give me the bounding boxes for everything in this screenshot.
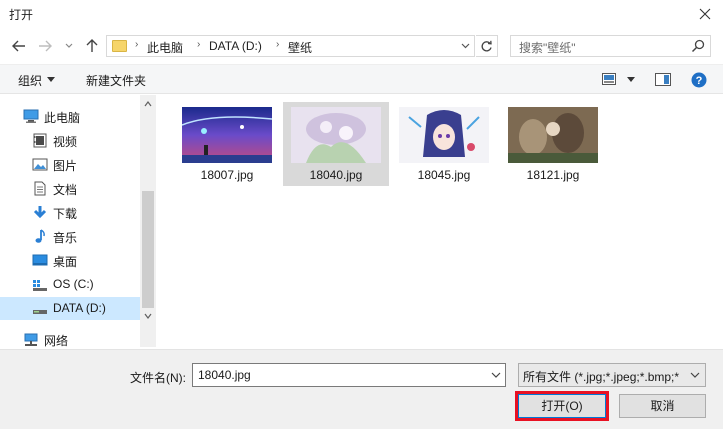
file-tile-18040[interactable]: 18040.jpg: [283, 102, 389, 186]
sidebar-item-label: 此电脑: [44, 111, 81, 125]
sidebar-item-label: 音乐: [53, 231, 78, 245]
sidebar-item-label: 下载: [53, 207, 78, 221]
refresh-button[interactable]: [476, 35, 498, 57]
search-box[interactable]: 搜索"壁纸": [510, 35, 711, 57]
view-options-button[interactable]: [602, 73, 616, 85]
image-thumbnail: [508, 107, 598, 163]
file-name: 18045.jpg: [417, 168, 471, 182]
sidebar-item-label: 文档: [53, 183, 78, 197]
sidebar-item-videos[interactable]: 视频: [0, 129, 140, 152]
address-dropdown-button[interactable]: [455, 35, 475, 57]
scroll-down-arrow-icon[interactable]: [144, 312, 152, 320]
preview-pane-button[interactable]: [655, 73, 671, 86]
sidebar-item-label: DATA (D:): [53, 301, 106, 315]
arrow-up-icon: [86, 39, 98, 52]
sidebar-item-data-d[interactable]: DATA (D:): [0, 297, 140, 320]
sidebar-scrollbar[interactable]: [140, 95, 156, 347]
address-bar[interactable]: › 此电脑 › DATA (D:) › 壁纸: [106, 35, 475, 57]
help-button[interactable]: ?: [691, 72, 707, 88]
sidebar-item-documents[interactable]: 文档: [0, 177, 140, 200]
sidebar-item-label: 视频: [53, 135, 78, 149]
cancel-button[interactable]: 取消: [619, 394, 706, 418]
window-title: 打开: [9, 8, 34, 22]
desktop-icon: [32, 254, 48, 266]
sidebar-item-label: 图片: [53, 159, 78, 173]
dialog-footer: 文件名(N): 18040.jpg 所有文件 (*.jpg;*.jpeg;*.b…: [0, 349, 723, 429]
breadcrumb-this-pc[interactable]: 此电脑: [147, 39, 183, 56]
sidebar-item-os-c[interactable]: OS (C:): [0, 273, 140, 296]
command-toolbar: 组织 新建文件夹 ?: [0, 64, 723, 94]
breadcrumb-wallpaper[interactable]: 壁纸: [288, 39, 312, 56]
organize-button[interactable]: 组织: [18, 72, 42, 89]
search-input[interactable]: 搜索"壁纸": [519, 39, 576, 56]
file-name: 18007.jpg: [200, 168, 254, 182]
open-button[interactable]: 打开(O): [515, 391, 609, 421]
sidebar-item-desktop[interactable]: 桌面: [0, 249, 140, 272]
network-icon: [24, 333, 38, 346]
new-folder-button[interactable]: 新建文件夹: [86, 72, 146, 89]
filename-field[interactable]: 18040.jpg: [192, 363, 506, 387]
breadcrumb-separator-icon: ›: [197, 39, 201, 50]
sidebar-item-network[interactable]: 网络: [0, 328, 140, 351]
scrollbar-thumb[interactable]: [142, 191, 154, 308]
file-tile-18045[interactable]: 18045.jpg: [391, 102, 497, 186]
file-name: 18040.jpg: [309, 168, 363, 182]
title-bar: 打开: [0, 0, 723, 28]
drive-d-icon: [33, 310, 47, 314]
folder-icon: [112, 40, 127, 52]
sidebar-item-label: 网络: [44, 334, 69, 348]
sidebar-item-music[interactable]: 音乐: [0, 225, 140, 248]
file-name: 18121.jpg: [526, 168, 580, 182]
search-icon: [691, 39, 705, 53]
arrow-right-icon: [39, 40, 52, 52]
image-thumbnail: [291, 107, 381, 163]
breadcrumb-separator-icon: ›: [135, 39, 139, 50]
up-button[interactable]: [82, 36, 102, 56]
computer-icon: [23, 109, 39, 123]
filename-input[interactable]: 18040.jpg: [198, 368, 251, 382]
caret-down-icon: [47, 77, 55, 82]
scroll-up-arrow-icon[interactable]: [144, 100, 152, 108]
forward-button[interactable]: [35, 36, 55, 56]
chevron-down-icon[interactable]: [489, 367, 503, 383]
open-file-dialog: 打开 › 此电脑 › DATA (D:) › 壁纸 搜索"壁纸" 组织 新建文件…: [0, 0, 723, 429]
chevron-down-icon: [461, 43, 469, 49]
sidebar-item-pictures[interactable]: 图片: [0, 153, 140, 176]
sidebar-item-this-pc[interactable]: 此电脑: [0, 105, 140, 128]
file-type-select[interactable]: 所有文件 (*.jpg;*.jpeg;*.bmp;*: [518, 363, 706, 387]
preview-pane-icon: [655, 73, 671, 86]
refresh-icon: [481, 40, 492, 51]
video-icon: [33, 133, 47, 148]
file-list: 18007.jpg 18040.jpg 18045.jpg 18121.jpg: [156, 95, 723, 347]
back-button[interactable]: [9, 36, 29, 56]
documents-icon: [34, 181, 46, 196]
file-type-value: 所有文件 (*.jpg;*.jpeg;*.bmp;*: [523, 370, 680, 384]
sidebar-item-downloads[interactable]: 下载: [0, 201, 140, 224]
filename-label: 文件名(N):: [130, 371, 186, 385]
chevron-down-icon: [65, 43, 73, 48]
recent-locations-button[interactable]: [62, 36, 76, 56]
caret-down-icon: [627, 77, 635, 82]
close-icon: [699, 8, 711, 20]
file-tile-18007[interactable]: 18007.jpg: [174, 102, 280, 186]
help-icon: ?: [691, 72, 707, 88]
navigation-bar: › 此电脑 › DATA (D:) › 壁纸 搜索"壁纸": [0, 30, 723, 62]
arrow-left-icon: [12, 40, 25, 52]
sidebar-item-label: OS (C:): [53, 277, 94, 291]
close-button[interactable]: [687, 0, 723, 28]
download-icon: [33, 206, 47, 219]
sidebar-item-label: 桌面: [53, 255, 78, 269]
view-thumbnails-icon: [602, 73, 616, 85]
breadcrumb-data-drive[interactable]: DATA (D:): [209, 39, 262, 53]
chevron-down-icon: [690, 372, 700, 378]
svg-text:?: ?: [696, 75, 703, 87]
pictures-icon: [32, 158, 48, 171]
drive-c-icon: [33, 280, 47, 291]
image-thumbnail: [182, 107, 272, 163]
music-icon: [35, 229, 45, 243]
image-thumbnail: [399, 107, 489, 163]
navigation-pane: 此电脑 视频 图片 文档 下载 音乐 桌面 OS (C:) DATA (D:) …: [0, 95, 156, 348]
breadcrumb-separator-icon: ›: [276, 39, 280, 50]
file-tile-18121[interactable]: 18121.jpg: [500, 102, 606, 186]
